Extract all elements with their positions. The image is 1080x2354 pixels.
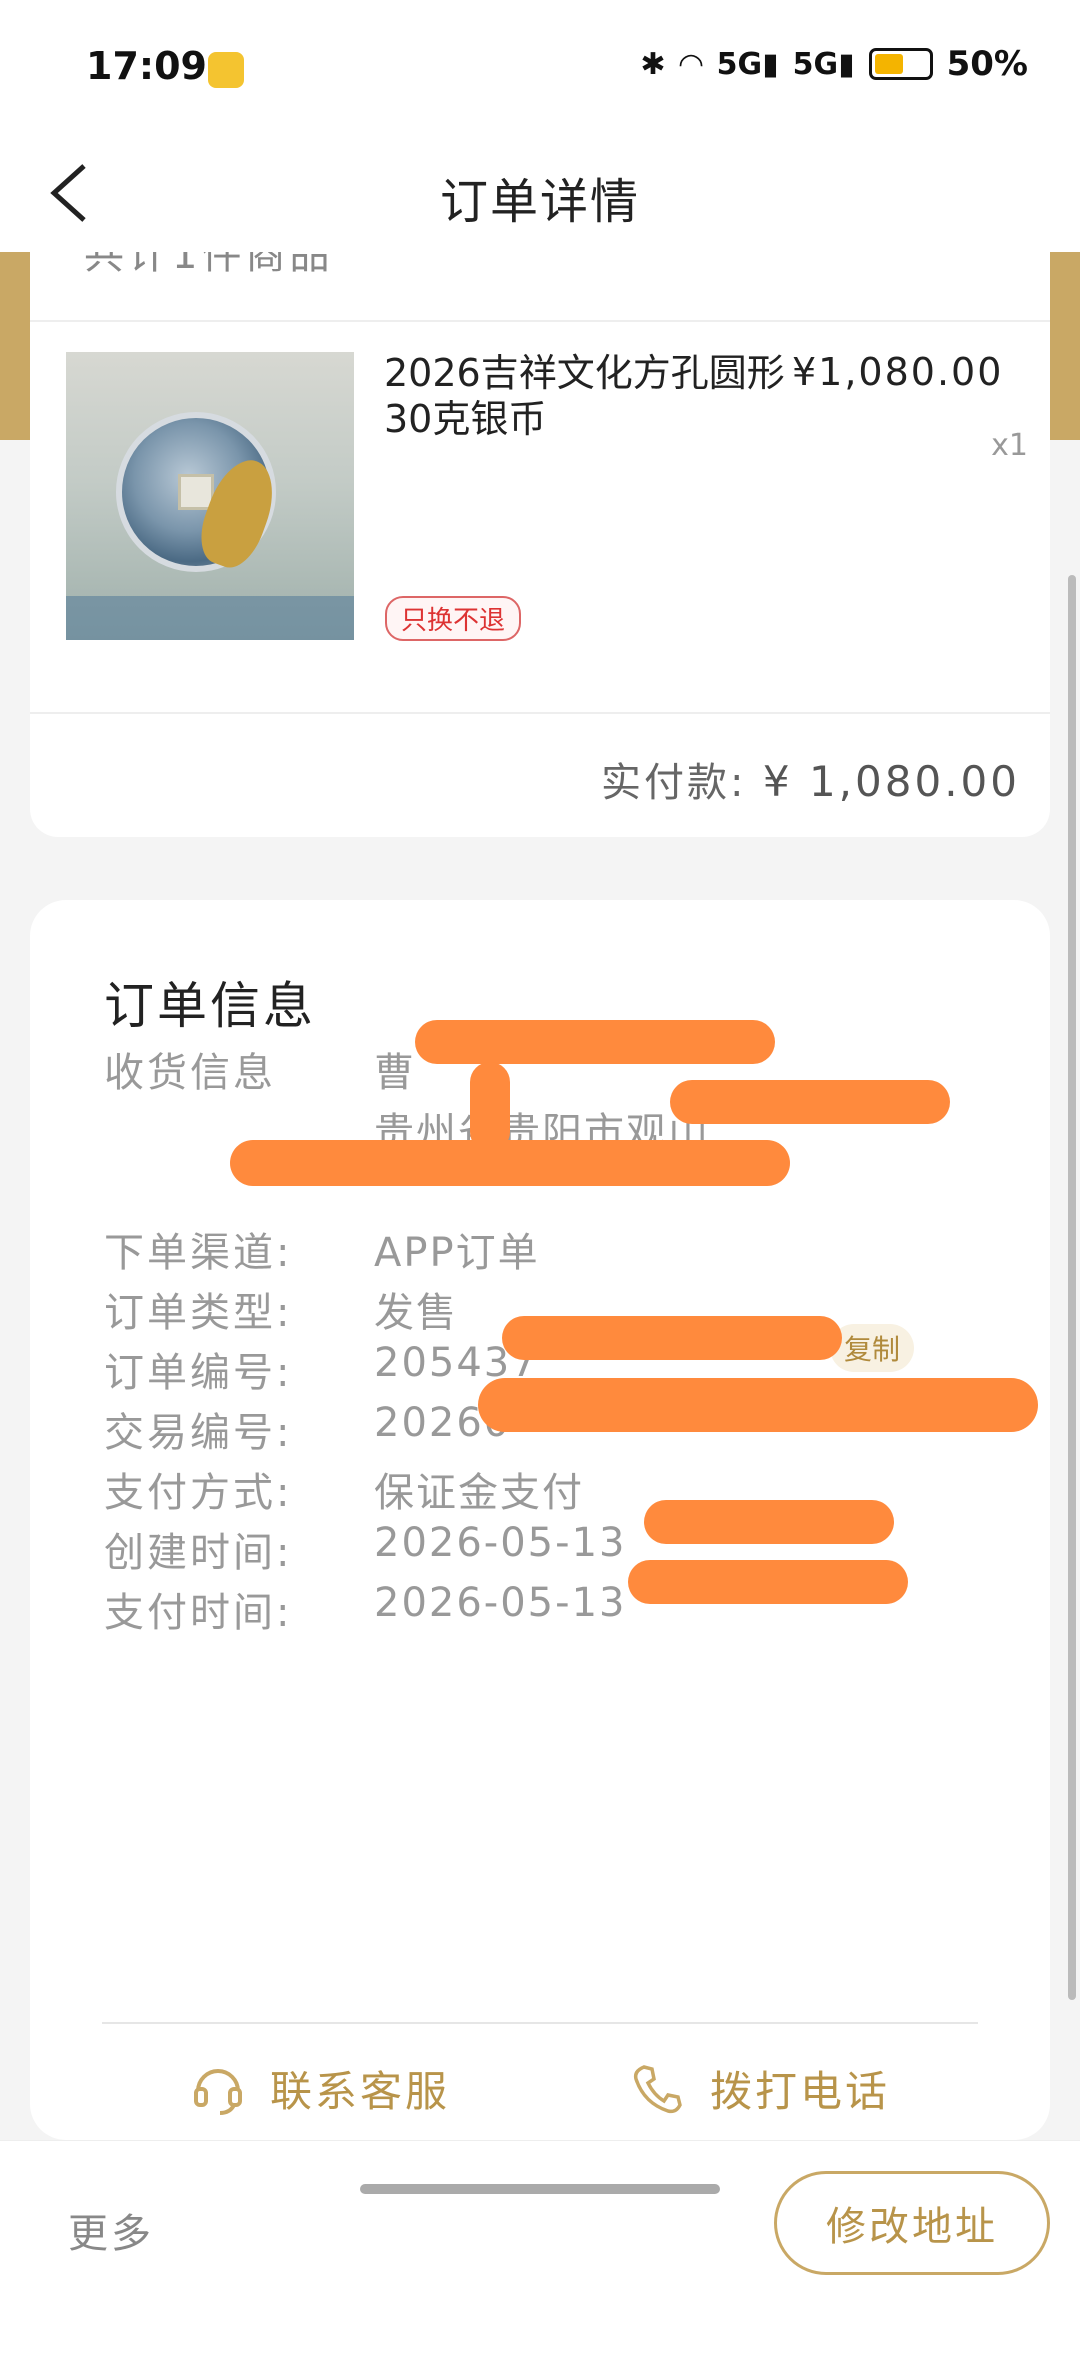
product-name[interactable]: 2026吉祥文化方孔圆形30克银币 [384,350,804,442]
redaction-mark [230,1140,790,1186]
more-button[interactable]: 更多 [68,2201,154,2259]
order-channel-label: 下单渠道: [104,1230,293,1276]
product-quantity: x1 [991,428,1028,463]
status-time: 17:09 [86,44,207,88]
payment-method-label: 支付方式: [104,1470,293,1516]
order-info-title: 订单信息 [104,977,316,1035]
redaction-mark [478,1378,1038,1432]
redaction-mark [470,1062,510,1152]
status-right: ✱ ◠ 5G▮ 5G▮ 50% [640,44,1028,84]
bottom-bar: 更多 修改地址 [0,2140,1080,2354]
redaction-mark [644,1500,894,1544]
paid-time-value: 2026-05-13 [374,1580,627,1626]
phone-icon [633,2064,682,2113]
contact-service-label: 联系客服 [270,2067,451,2116]
product-image[interactable] [66,352,354,640]
redaction-mark [415,1020,775,1064]
shipping-info-label: 收货信息 [104,1050,276,1096]
redaction-mark [670,1080,950,1124]
product-price: ¥1,080.00 [792,350,1004,394]
call-phone-button[interactable]: 拨打电话 [630,2058,890,2119]
order-type-value: 发售 [374,1290,458,1336]
contact-service-button[interactable]: 联系客服 [190,2058,450,2119]
order-type-label: 订单类型: [104,1290,293,1336]
transaction-number-label: 交易编号: [104,1410,293,1456]
copy-order-number-button[interactable]: 复制 [830,1324,915,1372]
created-time-label: 创建时间: [104,1530,293,1576]
home-indicator[interactable] [360,2184,720,2194]
koi-fish-graphic [190,451,286,575]
gold-accent-left [0,252,30,440]
battery-icon [868,48,933,80]
paid-value: ¥ 1,080.00 [762,757,1020,806]
paid-amount-row: 实付款: ¥ 1,080.00 [601,750,1020,808]
paid-time-label: 支付时间: [104,1590,293,1636]
order-number-label: 订单编号: [104,1350,293,1396]
nav-bar: 订单详情 [0,140,1080,252]
paid-label: 实付款: [601,760,747,806]
call-phone-label: 拨打电话 [710,2067,891,2116]
wave-graphic [66,596,354,640]
headset-icon [194,2068,242,2115]
bluetooth-icon: ✱ [640,46,666,82]
payment-method-value: 保证金支付 [374,1470,584,1516]
battery-percent: 50% [946,44,1028,84]
product-card: 共计1件商品 2026吉祥文化方孔圆形30克银币 ¥1,080.00 x1 只换… [30,252,1050,837]
return-policy-badge: 只换不退 [385,596,522,641]
signal-icon-1: 5G▮ [716,46,779,82]
coin-image [116,412,286,575]
wifi-icon: ◠ [679,46,703,82]
scrollbar[interactable] [1068,575,1076,2000]
order-info-card: 订单信息 收货信息 曹 贵州省贵阳市观山 下单渠道: APP订单 订单类型: 发… [30,900,1050,2140]
order-channel-value: APP订单 [374,1230,540,1276]
shipping-name-value: 曹 [374,1050,416,1096]
divider [102,2022,978,2024]
divider [30,320,1050,322]
created-time-value: 2026-05-13 [374,1520,627,1566]
redaction-mark [628,1560,908,1604]
item-count-text: 共计1件商品 [84,252,334,278]
gold-accent-right [1050,252,1080,440]
signal-icon-2: 5G▮ [792,46,855,82]
page-title: 订单详情 [439,174,640,230]
battery-fill [874,54,903,74]
status-bar: 17:09 ✱ ◠ 5G▮ 5G▮ 50% [0,0,1080,140]
redaction-mark [502,1316,842,1360]
app-notification-icon [208,52,244,88]
divider [30,712,1050,714]
edit-address-button[interactable]: 修改地址 [774,2171,1050,2275]
